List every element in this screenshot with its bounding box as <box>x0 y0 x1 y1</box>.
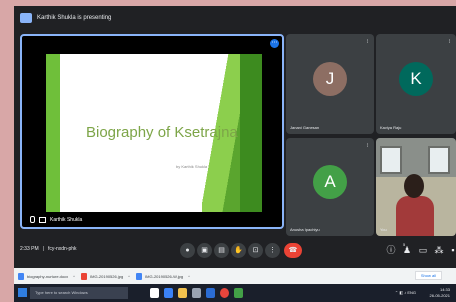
clock-date: 26-05-2021 <box>429 293 450 298</box>
presenting-text: Karthik Shukla is presenting <box>37 15 112 21</box>
meeting-code: fcy-nxdn-phk <box>47 246 77 252</box>
download-name: IMG-20190526-W.jpg <box>145 273 184 279</box>
info-button[interactable]: ⓘ <box>384 243 398 257</box>
chat-icon: ▭ <box>418 245 428 255</box>
mic-icon <box>30 216 35 223</box>
mic-off-icon: ⁞ <box>448 39 450 45</box>
avatar: J <box>313 62 347 96</box>
chat-button[interactable]: ▭ <box>416 243 430 257</box>
people-button[interactable]: 5 ♟ <box>400 242 414 257</box>
windows-taskbar: Type here to search Windows ⌃ ◧ ♪ ENG 14… <box>14 284 456 302</box>
participant-name: Anusha Ipachiyu <box>290 227 320 232</box>
file-explorer-icon[interactable] <box>178 288 187 298</box>
present-icon <box>20 13 32 23</box>
avatar: K <box>399 62 433 96</box>
mic-icon: ● <box>185 247 190 254</box>
store-icon[interactable] <box>192 288 201 298</box>
chevron-up-icon[interactable]: ^ <box>128 274 130 279</box>
file-icon <box>136 272 143 280</box>
chevron-up-icon[interactable]: ^ <box>73 274 75 279</box>
download-item[interactable]: IMG-20190526-W.jpg ^ <box>136 272 190 280</box>
activities-icon: ⁂ <box>434 245 444 255</box>
activities-button[interactable]: ⁂ <box>432 243 446 257</box>
captions-button[interactable]: ▤ <box>214 243 229 258</box>
download-item[interactable]: biography-nurture.docx ^ <box>18 272 75 280</box>
present-icon: ⊡ <box>252 247 259 254</box>
camera-button[interactable]: ▣ <box>197 243 212 258</box>
present-button[interactable]: ⊡ <box>248 243 263 258</box>
system-tray-icons[interactable]: ⌃ ◧ ♪ ENG <box>395 290 416 295</box>
more-options-button[interactable]: ⋮ <box>265 243 280 258</box>
download-name: biography-nurture.docx <box>27 273 69 279</box>
avatar: A <box>313 165 347 199</box>
slide-byline: by Karthik Shukla <box>176 164 208 169</box>
downloads-bar: biography-nurture.docx ^ IMG-20190526.jp… <box>14 268 456 284</box>
meeting-time: 2:33 PM <box>20 246 39 252</box>
taskbar-search-input[interactable]: Type here to search Windows <box>30 287 128 299</box>
captions-icon: ▤ <box>218 247 225 254</box>
self-view-tile[interactable]: You <box>376 138 456 236</box>
file-icon <box>18 272 24 280</box>
mail-icon[interactable] <box>206 288 215 298</box>
participant-name: Kaviya Raju <box>380 125 402 130</box>
meeting-controls: 2:33 PM | fcy-nxdn-phk ● ▣ ▤ ✋ ⊡ ⋮ ☎ ⓘ 5… <box>14 240 456 262</box>
camera-icon: ▣ <box>201 247 208 254</box>
mic-off-icon: ⁞ <box>366 39 368 45</box>
leave-call-button[interactable]: ☎ <box>284 243 302 258</box>
lock-icon: ▪ <box>451 245 455 255</box>
background-window <box>380 146 402 174</box>
edge-icon[interactable] <box>164 288 173 298</box>
windows-start-icon[interactable] <box>18 288 27 297</box>
lock-button[interactable]: ▪ <box>446 243 456 257</box>
meeting-info: 2:33 PM | fcy-nxdn-phk <box>20 246 77 252</box>
call-end-icon: ☎ <box>288 247 298 254</box>
slide: Biography of Ksetrajna by Karthik Shukla <box>46 54 262 212</box>
meet-window: Karthik Shukla is presenting Biography o… <box>14 6 456 268</box>
participant-name: You <box>380 227 387 232</box>
slide-title: Biography of Ksetrajna <box>86 124 238 141</box>
slide-right-accent-dark <box>240 54 262 212</box>
download-name: IMG-20190526.jpg <box>90 273 124 279</box>
presentation-tile[interactable]: Biography of Ksetrajna by Karthik Shukla… <box>20 34 284 229</box>
participant-tile[interactable]: ⁞ A Anusha Ipachiyu <box>286 138 374 236</box>
tile-options-button[interactable]: ⋯ <box>270 39 279 48</box>
file-icon <box>81 272 88 280</box>
slide-left-accent <box>46 54 60 212</box>
show-all-button[interactable]: Show all <box>414 271 442 280</box>
raise-hand-button[interactable]: ✋ <box>231 243 246 258</box>
screen-share-icon <box>39 216 46 223</box>
info-icon: ⓘ <box>386 245 396 255</box>
app-icon[interactable] <box>234 288 243 298</box>
chevron-up-icon[interactable]: ^ <box>188 274 190 279</box>
presenting-banner: Karthik Shukla is presenting <box>20 10 111 26</box>
participant-tile[interactable]: ⁞ K Kaviya Raju <box>376 34 456 134</box>
mic-button[interactable]: ● <box>180 243 195 258</box>
participant-tile[interactable]: ⁞ J Janani Ganesan <box>286 34 374 134</box>
people-count: 5 <box>403 242 406 247</box>
camera-feed <box>376 138 456 236</box>
person-body <box>396 196 434 236</box>
raise-hand-icon: ✋ <box>234 247 243 254</box>
mic-off-icon: ⁞ <box>366 143 368 149</box>
person-head <box>404 174 424 198</box>
more-vert-icon: ⋮ <box>269 247 276 254</box>
download-item[interactable]: IMG-20190526.jpg ^ <box>81 272 130 280</box>
separator: | <box>42 246 44 252</box>
background-window <box>428 146 450 174</box>
chrome-icon[interactable] <box>220 288 229 298</box>
taskbar-clock[interactable]: 14:33 26-05-2021 <box>430 287 450 299</box>
main-tile-label: Karthik Shukla <box>30 216 82 223</box>
presenter-name: Karthik Shukla <box>50 216 83 223</box>
participant-name: Janani Ganesan <box>290 125 320 130</box>
task-view-icon[interactable] <box>150 288 159 298</box>
